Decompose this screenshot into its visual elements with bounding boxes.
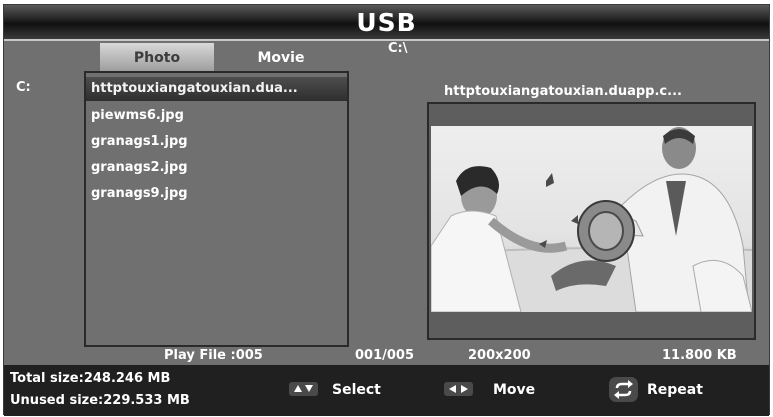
preview-photo: [431, 126, 752, 312]
file-item-selected[interactable]: httptouxiangatouxian.dua...: [86, 77, 347, 101]
unused-size: Unused size:229.533 MB: [10, 393, 190, 408]
preview-panel: [427, 102, 756, 340]
drive-label[interactable]: C:: [16, 80, 31, 95]
page-title: USB: [356, 8, 417, 37]
file-item[interactable]: granags1.jpg: [86, 130, 347, 154]
file-list: httptouxiangatouxian.dua... piewms6.jpg …: [84, 71, 349, 347]
tab-movie[interactable]: Movie: [224, 43, 338, 73]
file-item[interactable]: granags2.jpg: [86, 156, 347, 180]
tab-photo[interactable]: Photo: [100, 43, 214, 73]
total-size: Total size:248.246 MB: [10, 371, 171, 386]
current-path: C:\: [388, 41, 408, 56]
left-right-arrows-icon: [444, 382, 473, 396]
footer-bar: Total size:248.246 MB Unused size:229.53…: [4, 365, 769, 416]
repeat-icon: [609, 377, 638, 402]
image-resolution: 200x200: [468, 348, 531, 363]
preview-filename: httptouxiangatouxian.duapp.c...: [444, 84, 682, 99]
file-position: 001/005: [355, 348, 415, 363]
hint-select: Select: [332, 382, 381, 398]
file-item[interactable]: granags9.jpg: [86, 182, 347, 206]
file-item[interactable]: piewms6.jpg: [86, 104, 347, 128]
play-file-count: Play File :005: [164, 348, 263, 363]
image-file-size: 11.800 KB: [662, 348, 737, 363]
usb-media-browser: USB Photo Movie C:\ C: httptouxiangatoux…: [3, 4, 770, 416]
hint-move: Move: [493, 382, 536, 398]
title-bar: USB: [4, 5, 769, 41]
up-down-arrows-icon: [289, 382, 318, 396]
hint-repeat: Repeat: [647, 382, 703, 398]
